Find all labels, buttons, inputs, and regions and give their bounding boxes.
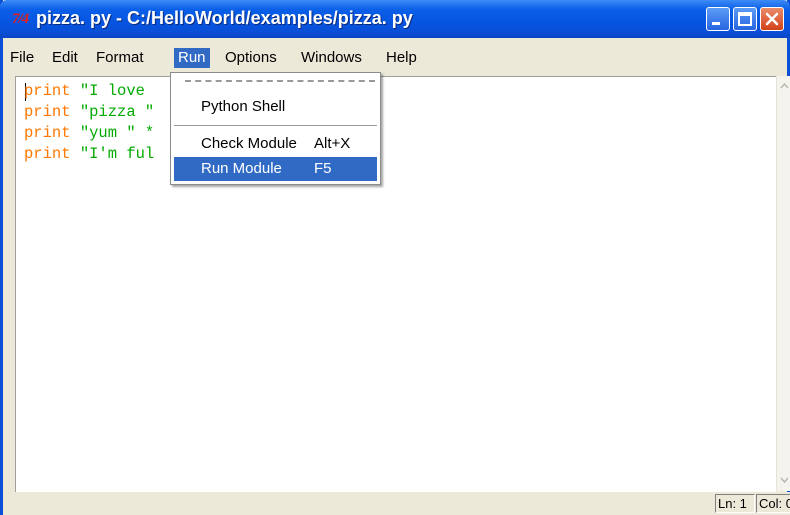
- line-indicator: Ln: 1: [715, 494, 755, 513]
- idle-tk-icon[interactable]: 7/4: [12, 10, 30, 28]
- minimize-icon: [712, 22, 720, 25]
- menu-item-run-module[interactable]: Run Module F5: [174, 157, 377, 181]
- code-string: "I'm ful: [70, 145, 155, 163]
- code-line: print "I love: [24, 81, 145, 101]
- code-keyword: print: [24, 124, 71, 142]
- menu-item-accelerator: Alt+X: [314, 135, 351, 152]
- window-title: pizza. py - C:/HelloWorld/examples/pizza…: [36, 8, 413, 28]
- vertical-scrollbar[interactable]: [776, 76, 790, 491]
- menu-item-label: Check Module: [201, 135, 297, 152]
- menu-windows[interactable]: Windows: [297, 48, 366, 68]
- menu-file[interactable]: File: [6, 48, 38, 68]
- code-editor[interactable]: print "I love print "pizza " print "yum …: [15, 76, 776, 492]
- code-line: print "pizza ": [24, 102, 154, 122]
- status-bar: Ln: 1 Col: 0: [15, 492, 790, 515]
- maximize-button[interactable]: [733, 7, 757, 31]
- chevron-down-icon: [780, 477, 789, 484]
- code-keyword: print: [24, 103, 71, 121]
- menu-help[interactable]: Help: [382, 48, 421, 68]
- chevron-up-icon: [780, 82, 789, 89]
- code-string: "yum " *: [70, 124, 155, 142]
- idle-editor-window: 7/4 pizza. py - C:/HelloWorld/examples/p…: [0, 0, 790, 515]
- menu-run[interactable]: Run: [174, 48, 210, 68]
- menu-item-accelerator: F5: [314, 160, 332, 177]
- code-string: "I love: [70, 82, 145, 100]
- menu-item-label: Run Module: [201, 160, 282, 177]
- scroll-down-button[interactable]: [777, 472, 790, 488]
- maximize-icon: [738, 12, 752, 26]
- menu-separator: [174, 125, 377, 126]
- code-keyword: print: [24, 82, 71, 100]
- run-menu-dropdown: Python Shell Check Module Alt+X Run Modu…: [170, 72, 381, 185]
- menu-item-label: Python Shell: [201, 98, 286, 115]
- menu-item-python-shell[interactable]: Python Shell: [174, 95, 377, 119]
- tearoff-line[interactable]: [185, 80, 375, 82]
- code-line: print "yum " *: [24, 123, 154, 143]
- title-bar[interactable]: 7/4 pizza. py - C:/HelloWorld/examples/p…: [0, 0, 790, 38]
- menu-options[interactable]: Options: [221, 48, 281, 68]
- menu-edit[interactable]: Edit: [48, 48, 82, 68]
- code-string: "pizza ": [70, 103, 155, 121]
- code-keyword: print: [24, 145, 71, 163]
- close-icon: [765, 12, 779, 26]
- menu-item-check-module[interactable]: Check Module Alt+X: [174, 132, 377, 156]
- menu-format[interactable]: Format: [92, 48, 148, 68]
- code-line: print "I'm ful: [24, 144, 154, 164]
- column-indicator: Col: 0: [756, 494, 790, 513]
- close-button[interactable]: [760, 7, 784, 31]
- menu-bar: File Edit Format Run Options Windows Hel…: [3, 38, 787, 72]
- minimize-button[interactable]: [706, 7, 730, 31]
- scroll-up-button[interactable]: [777, 78, 790, 94]
